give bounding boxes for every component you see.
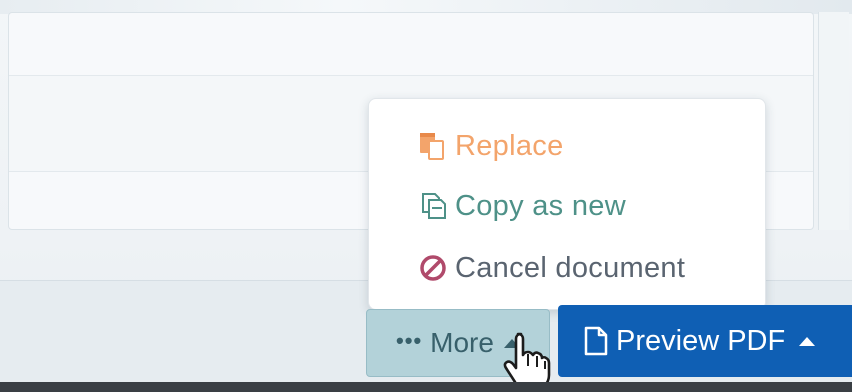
side-panel-edge bbox=[818, 12, 849, 230]
bottom-edge bbox=[0, 382, 852, 392]
menu-item-replace[interactable]: Replace bbox=[417, 123, 564, 169]
panel-divider bbox=[9, 75, 813, 76]
more-actions-menu: Replace Copy as new Cancel document bbox=[368, 98, 766, 310]
caret-up-icon bbox=[799, 336, 816, 346]
page: Replace Copy as new Cancel document ••• … bbox=[0, 0, 852, 392]
document-icon bbox=[584, 326, 608, 356]
menu-item-label: Cancel document bbox=[455, 251, 686, 284]
preview-pdf-label: Preview PDF bbox=[616, 324, 786, 357]
replace-icon bbox=[420, 133, 444, 160]
ellipsis-icon: ••• bbox=[396, 328, 423, 353]
preview-pdf-button[interactable]: Preview PDF bbox=[558, 305, 852, 377]
menu-item-copy-as-new[interactable]: Copy as new bbox=[417, 183, 626, 229]
menu-item-cancel-document[interactable]: Cancel document bbox=[417, 245, 685, 291]
cancel-icon bbox=[420, 255, 446, 281]
menu-item-label: Replace bbox=[455, 129, 564, 162]
copy-icon bbox=[422, 193, 446, 219]
menu-item-label: Copy as new bbox=[455, 189, 626, 222]
more-button-label: More bbox=[430, 327, 494, 358]
